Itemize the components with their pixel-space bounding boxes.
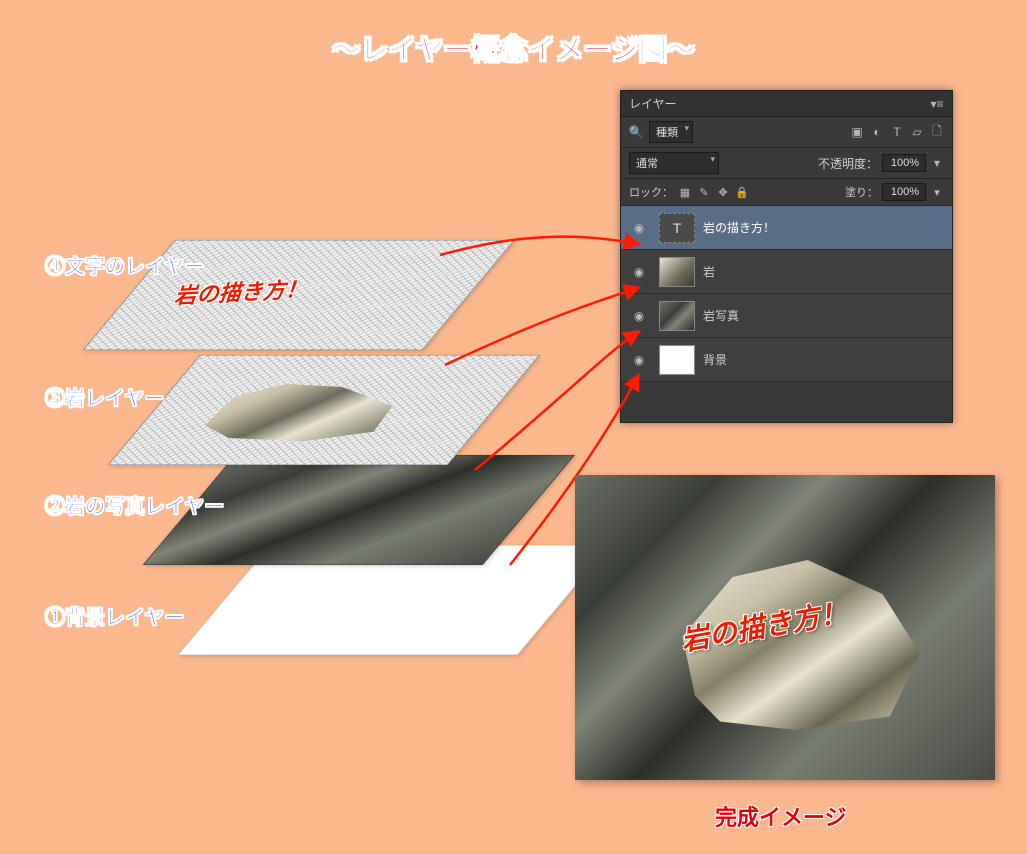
filter-image-icon[interactable]: ▣ (850, 125, 864, 139)
visibility-icon[interactable]: ◉ (627, 353, 651, 367)
opacity-label: 不透明度： (818, 155, 878, 172)
fill-chevron-icon[interactable]: ▾ (930, 185, 944, 199)
blend-mode-dropdown[interactable]: 通常 (629, 152, 719, 174)
visibility-icon[interactable]: ◉ (627, 221, 651, 235)
fill-input[interactable]: 100% (882, 183, 926, 201)
layers-panel: レイヤー ▾≡ 🔍 種類 ▣ ◐ T ▱ 🗋 通常 不透明度： 100% ▾ ロ… (620, 90, 953, 423)
layer-name: 背景 (703, 351, 727, 368)
filter-shape-icon[interactable]: ▱ (910, 125, 924, 139)
layer-thumb-white (659, 345, 695, 375)
layer-thumb-rock (659, 257, 695, 287)
lock-label: ロック： (629, 184, 673, 200)
layer-item-rock[interactable]: ◉ 岩 (621, 250, 952, 294)
visibility-icon[interactable]: ◉ (627, 309, 651, 323)
layer-name: 岩の描き方！ (703, 219, 775, 236)
panel-title: レイヤー (629, 95, 677, 112)
label-bg-layer: ①背景レイヤー (45, 601, 184, 630)
layer-thumb-text: T (659, 213, 695, 243)
layer-name: 岩写真 (703, 307, 739, 324)
lock-trans-icon[interactable]: ▦ (678, 185, 692, 199)
final-caption: 完成イメージ (715, 800, 847, 832)
panel-filter-row: 🔍 種類 ▣ ◐ T ▱ 🗋 (621, 117, 952, 148)
label-photo-layer: ②岩の写真レイヤー (45, 490, 224, 519)
visibility-icon[interactable]: ◉ (627, 265, 651, 279)
opacity-input[interactable]: 100% (882, 154, 926, 172)
final-composite: 岩の描き方！ (575, 475, 995, 780)
filter-type-dropdown[interactable]: 種類 (649, 121, 693, 143)
layer-name: 岩 (703, 263, 715, 280)
layer-item-rockphoto[interactable]: ◉ 岩写真 (621, 294, 952, 338)
search-icon[interactable]: 🔍 (629, 125, 643, 139)
layer-item-text[interactable]: ◉ T 岩の描き方！ (621, 206, 952, 250)
layer-thumb-rockphoto (659, 301, 695, 331)
panel-menu-icon[interactable]: ▾≡ (930, 97, 944, 111)
filter-smart-icon[interactable]: 🗋 (930, 125, 944, 139)
diagram-title: ～レイヤー概念イメージ図～ (0, 28, 1027, 68)
layer-list-empty (621, 382, 952, 422)
filter-text-icon[interactable]: T (890, 125, 904, 139)
layer-item-background[interactable]: ◉ 背景 (621, 338, 952, 382)
layer-list: ◉ T 岩の描き方！ ◉ 岩 ◉ 岩写真 ◉ 背景 (621, 206, 952, 422)
panel-header: レイヤー ▾≡ (621, 91, 952, 117)
filter-adjust-icon[interactable]: ◐ (870, 125, 884, 139)
lock-move-icon[interactable]: ✥ (716, 185, 730, 199)
fill-label: 塗り： (845, 184, 878, 200)
lock-all-icon[interactable]: 🔒 (735, 185, 749, 199)
label-text-layer: ④文字のレイヤー (45, 250, 204, 279)
label-rock-layer: ③岩レイヤー (45, 382, 164, 411)
panel-blend-row: 通常 不透明度： 100% ▾ (621, 148, 952, 179)
opacity-chevron-icon[interactable]: ▾ (930, 156, 944, 170)
lock-paint-icon[interactable]: ✎ (697, 185, 711, 199)
panel-lock-row: ロック： ▦ ✎ ✥ 🔒 塗り： 100% ▾ (621, 179, 952, 206)
